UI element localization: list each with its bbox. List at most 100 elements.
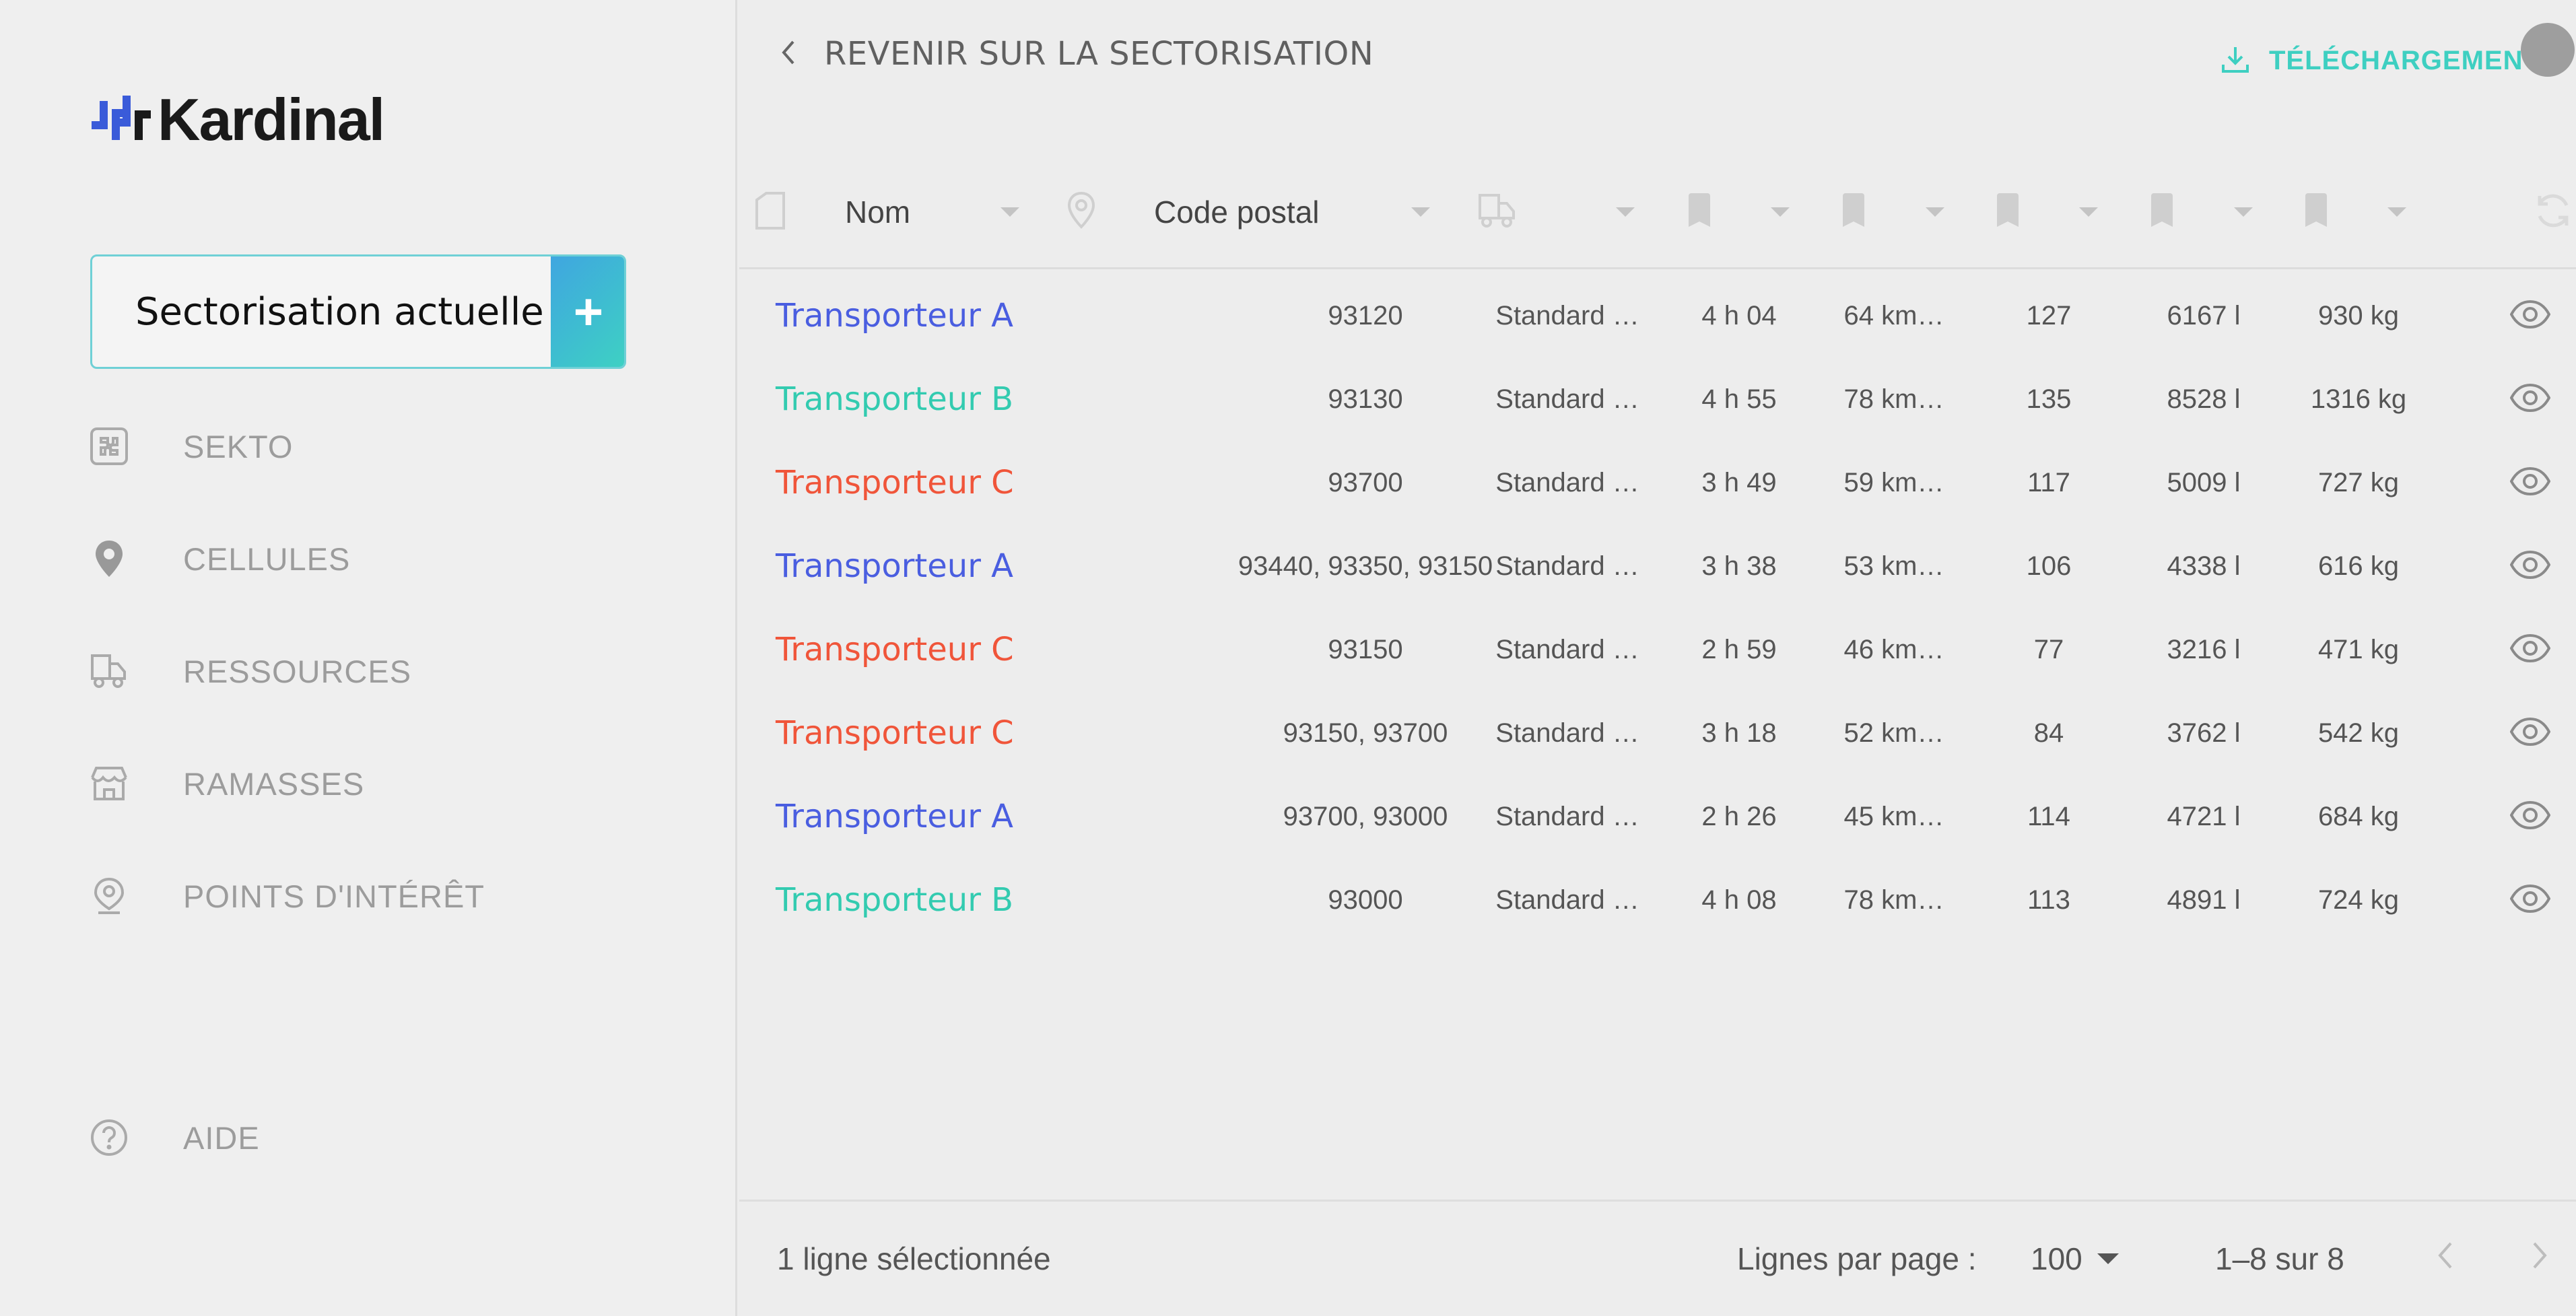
carrier-name[interactable]: Transporteur C bbox=[776, 696, 1014, 770]
column-code-postal-sort[interactable] bbox=[1411, 155, 1430, 269]
route-duration: 2 h 26 bbox=[1701, 801, 1777, 831]
column-count-sort[interactable] bbox=[2079, 155, 2098, 269]
volume: 5009 l bbox=[2167, 467, 2241, 497]
route-duration: 2 h 59 bbox=[1701, 634, 1777, 664]
view-button[interactable] bbox=[2509, 629, 2552, 670]
column-code-postal-label: Code postal bbox=[1154, 195, 1320, 230]
current-sectorisation-selector[interactable]: Sectorisation actuelle + bbox=[90, 254, 626, 369]
table-row[interactable]: Transporteur B 93000 Standard … 4 h 08 7… bbox=[739, 863, 2576, 937]
column-volume-sort[interactable] bbox=[2234, 155, 2253, 269]
eye-icon bbox=[2509, 383, 2551, 415]
route-distance: 78 km… bbox=[1843, 384, 1944, 414]
carrier-name[interactable]: Transporteur A bbox=[776, 279, 1013, 353]
route-duration: 4 h 04 bbox=[1701, 300, 1777, 331]
route-distance: 59 km… bbox=[1843, 467, 1944, 497]
kardinal-mark-icon bbox=[92, 96, 151, 140]
column-vehicle-header[interactable] bbox=[1477, 155, 1518, 269]
carrier-name[interactable]: Transporteur B bbox=[776, 362, 1013, 436]
tag-icon bbox=[1994, 191, 2021, 234]
column-nom-sort[interactable] bbox=[1001, 155, 1019, 269]
stop-count: 84 bbox=[2033, 718, 2064, 748]
kardinal-logo[interactable]: Kardinal bbox=[89, 86, 385, 153]
next-page-button[interactable] bbox=[2530, 1202, 2549, 1316]
weight: 1316 kg bbox=[2310, 384, 2407, 414]
rows-per-page-select[interactable]: 100 bbox=[2031, 1202, 2119, 1316]
table-row[interactable]: Transporteur A 93120 Standard … 4 h 04 6… bbox=[739, 279, 2576, 353]
sidebar: Kardinal Sectorisation actuelle + SEKTO … bbox=[0, 0, 737, 1316]
location-pin-icon bbox=[1066, 191, 1096, 234]
vehicle-type: Standard … bbox=[1495, 634, 1639, 664]
carrier-name[interactable]: Transporteur A bbox=[776, 780, 1013, 854]
column-count-header[interactable] bbox=[1994, 155, 2021, 269]
eye-icon bbox=[2509, 884, 2551, 916]
weight: 616 kg bbox=[2317, 551, 2400, 581]
puzzle-icon bbox=[89, 426, 129, 466]
column-weight-sort[interactable] bbox=[2387, 155, 2406, 269]
column-distance-header[interactable] bbox=[1840, 155, 1867, 269]
caret-down-icon bbox=[1771, 207, 1790, 217]
column-location-header[interactable] bbox=[1066, 155, 1096, 269]
sidebar-item-ramasses[interactable]: RAMASSES bbox=[89, 757, 364, 810]
view-button[interactable] bbox=[2509, 880, 2552, 920]
table-row[interactable]: Transporteur A 93440, 93350, 93150 Stand… bbox=[739, 529, 2576, 603]
volume: 4721 l bbox=[2167, 801, 2241, 831]
column-nom-header[interactable]: Nom bbox=[845, 155, 910, 269]
sidebar-item-cellules[interactable]: CELLULES bbox=[89, 532, 350, 586]
stop-count: 127 bbox=[2026, 300, 2072, 331]
view-button[interactable] bbox=[2509, 462, 2552, 503]
refresh-icon bbox=[2533, 191, 2573, 234]
route-duration: 4 h 08 bbox=[1701, 885, 1777, 915]
view-button[interactable] bbox=[2509, 713, 2552, 753]
back-to-sectorisation-link[interactable]: REVENIR SUR LA SECTORISATION bbox=[780, 35, 1374, 73]
table-row[interactable]: Transporteur C 93700 Standard … 3 h 49 5… bbox=[739, 446, 2576, 520]
add-sectorisation-button[interactable]: + bbox=[551, 256, 624, 367]
column-weight-header[interactable] bbox=[2303, 155, 2330, 269]
caret-down-icon bbox=[2097, 1253, 2119, 1264]
store-icon bbox=[89, 763, 129, 804]
carrier-name[interactable]: Transporteur C bbox=[776, 446, 1014, 520]
route-duration: 3 h 18 bbox=[1701, 718, 1777, 748]
column-duration-sort[interactable] bbox=[1771, 155, 1790, 269]
previous-page-button[interactable] bbox=[2436, 1202, 2455, 1316]
sidebar-item-points-interet[interactable]: POINTS D'INTÉRÊT bbox=[89, 869, 485, 923]
sidebar-item-sekto[interactable]: SEKTO bbox=[89, 419, 293, 473]
table-row[interactable]: Transporteur C 93150, 93700 Standard … 3… bbox=[739, 696, 2576, 770]
chevron-right-icon bbox=[2530, 1239, 2549, 1279]
user-avatar[interactable] bbox=[2521, 23, 2575, 77]
volume: 4338 l bbox=[2167, 551, 2241, 581]
carrier-name[interactable]: Transporteur B bbox=[776, 863, 1013, 937]
carrier-name[interactable]: Transporteur A bbox=[776, 529, 1013, 603]
view-button[interactable] bbox=[2509, 296, 2552, 336]
table-row[interactable]: Transporteur B 93130 Standard … 4 h 55 7… bbox=[739, 362, 2576, 436]
sidebar-item-label: RESSOURCES bbox=[183, 653, 412, 689]
column-volume-header[interactable] bbox=[2148, 155, 2175, 269]
view-button[interactable] bbox=[2509, 796, 2552, 837]
table-row[interactable]: Transporteur A 93700, 93000 Standard … 2… bbox=[739, 780, 2576, 854]
table-row[interactable]: Transporteur C 93150 Standard … 2 h 59 4… bbox=[739, 613, 2576, 687]
weight: 684 kg bbox=[2317, 801, 2400, 831]
weight: 727 kg bbox=[2317, 467, 2400, 497]
eye-icon bbox=[2509, 466, 2551, 499]
eye-icon bbox=[2509, 633, 2551, 666]
column-shape-header[interactable] bbox=[754, 155, 789, 269]
view-button[interactable] bbox=[2509, 379, 2552, 419]
column-duration-header[interactable] bbox=[1686, 155, 1713, 269]
download-button[interactable]: TÉLÉCHARGEMENT bbox=[2221, 44, 2530, 77]
column-distance-sort[interactable] bbox=[1926, 155, 1944, 269]
truck-icon bbox=[89, 651, 129, 691]
column-code-postal-header[interactable]: Code postal bbox=[1154, 155, 1320, 269]
location-pin-icon bbox=[89, 539, 129, 579]
volume: 8528 l bbox=[2167, 384, 2241, 414]
vehicle-type: Standard … bbox=[1495, 467, 1639, 497]
sidebar-item-ressources[interactable]: RESSOURCES bbox=[89, 644, 411, 698]
column-vehicle-sort[interactable] bbox=[1616, 155, 1635, 269]
volume: 4891 l bbox=[2167, 885, 2241, 915]
sidebar-item-label: SEKTO bbox=[183, 428, 294, 464]
view-button[interactable] bbox=[2509, 546, 2552, 586]
sidebar-item-aide[interactable]: AIDE bbox=[89, 1111, 260, 1165]
tag-icon bbox=[2303, 191, 2330, 234]
download-label: TÉLÉCHARGEMENT bbox=[2269, 46, 2530, 75]
carrier-name[interactable]: Transporteur C bbox=[776, 613, 1014, 687]
weight: 930 kg bbox=[2317, 300, 2400, 331]
refresh-button[interactable] bbox=[2533, 155, 2573, 269]
